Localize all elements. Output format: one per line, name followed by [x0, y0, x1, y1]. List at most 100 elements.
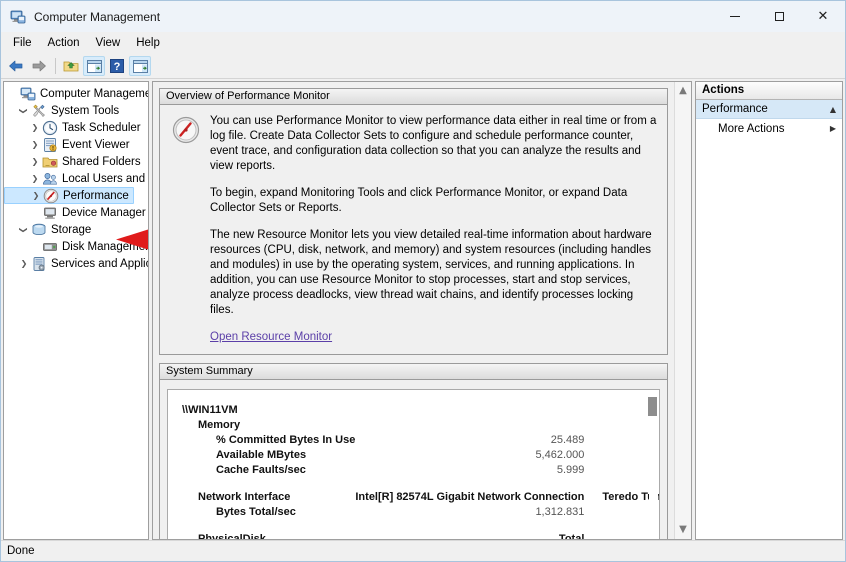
menu-file[interactable]: File: [5, 34, 40, 52]
summary-group-header-row: Memory: [168, 419, 659, 434]
summary-counter-row: Cache Faults/sec 5.999: [168, 464, 659, 479]
summary-vertical-scrollbar[interactable]: [648, 391, 658, 539]
expand-collapse-chevron-right-icon[interactable]: ❯: [28, 155, 42, 169]
overview-section: Overview of Performance Monitor You can …: [159, 88, 668, 355]
close-button[interactable]: ✕: [801, 1, 845, 32]
system-summary-table-container: \\WIN11VM Memory % Committed Bytes In Use 2…: [167, 389, 660, 539]
toolbar-separator: [55, 58, 56, 74]
details-vertical-scrollbar[interactable]: ▲ ▼: [674, 82, 691, 539]
menu-view[interactable]: View: [88, 34, 129, 52]
summary-counter-label: Available MBytes: [216, 449, 307, 461]
system-summary-section: System Summary \\WIN11VM Memory % Committe…: [159, 363, 668, 539]
summary-counter-value: 5.999: [556, 464, 585, 476]
expand-collapse-chevron-right-icon[interactable]: ❯: [17, 257, 31, 271]
summary-counter-label: Cache Faults/sec: [216, 464, 306, 476]
expand-collapse-chevron-down-icon[interactable]: ❯: [17, 104, 31, 118]
up-one-level-button[interactable]: [60, 56, 82, 76]
forward-arrow-icon: [32, 60, 46, 72]
summary-group-name: Network Interface: [198, 491, 291, 503]
summary-counter-row: Bytes Total/sec1,312.8310.: [168, 506, 659, 521]
chevron-up-icon[interactable]: ▲: [830, 105, 836, 114]
tree-item-label: Shared Folders: [62, 155, 141, 168]
services-icon: [31, 256, 47, 272]
expand-collapse-chevron-right-icon[interactable]: ❯: [29, 189, 43, 203]
details-pane: Overview of Performance Monitor You can …: [152, 81, 692, 540]
tree-item-label: Disk Management: [62, 240, 149, 253]
tree-item-label: Task Scheduler: [62, 121, 141, 134]
scroll-up-icon[interactable]: ▲: [679, 86, 687, 96]
tree-item-computer-management-local[interactable]: Computer Management (Local): [4, 85, 148, 102]
summary-computer-row: \\WIN11VM: [168, 404, 659, 419]
tree-item-shared-folders[interactable]: ❯ Shared Folders: [4, 153, 148, 170]
summary-group-name: PhysicalDisk: [198, 533, 266, 539]
tree-item-device-manager[interactable]: Device Manager: [4, 204, 148, 221]
summary-column-header: Intel[R] 82574L Gigabit Network Connecti…: [355, 491, 585, 503]
console-tree-icon: [86, 59, 102, 73]
summary-column-header: _Total: [552, 533, 585, 539]
summary-group-header-row: PhysicalDisk_Total0 C:: [168, 533, 659, 539]
computer-management-window: Computer Management ✕ File Action View H…: [0, 0, 846, 562]
overview-text: You can use Performance Monitor to view …: [210, 114, 657, 345]
scroll-down-icon[interactable]: ▼: [679, 525, 687, 535]
performance-gauge-icon: [172, 116, 200, 144]
back-button[interactable]: [5, 56, 27, 76]
summary-group-name: Memory: [198, 419, 241, 431]
action-more-actions-label: More Actions: [718, 122, 785, 135]
chevron-right-icon: ▶: [829, 124, 836, 133]
console-tree-pane: Computer Management (Local) ❯ System Tools…: [3, 81, 149, 540]
storage-icon: [31, 222, 47, 238]
expand-collapse-chevron-right-icon[interactable]: ❯: [28, 138, 42, 152]
actions-header: Actions: [696, 82, 842, 100]
overview-body: You can use Performance Monitor to view …: [160, 105, 667, 354]
actions-group-performance[interactable]: Performance ▲: [696, 100, 842, 119]
tree-item-system-tools[interactable]: ❯ System Tools: [4, 102, 148, 119]
show-hide-console-tree-button[interactable]: [83, 56, 105, 76]
tree-item-label: Local Users and Groups: [62, 172, 148, 185]
forward-button[interactable]: [28, 56, 50, 76]
tree-item-task-scheduler[interactable]: ❯ Task Scheduler: [4, 119, 148, 136]
show-hide-action-pane-button[interactable]: [129, 56, 151, 76]
main-body: Computer Management (Local) ❯ System Tools…: [1, 79, 845, 540]
expand-collapse-chevron-down-icon[interactable]: ❯: [17, 223, 31, 237]
help-button[interactable]: ?: [106, 56, 128, 76]
minimize-button[interactable]: [713, 1, 757, 32]
actions-group-label: Performance: [702, 103, 768, 115]
summary-counter-value: 25.489: [550, 434, 585, 446]
tree-item-event-viewer[interactable]: ❯ Event Viewer: [4, 136, 148, 153]
tree-item-local-users-and-groups[interactable]: ❯ Local Users and Groups: [4, 170, 148, 187]
device-manager-icon: [42, 205, 58, 221]
menu-action[interactable]: Action: [40, 34, 88, 52]
maximize-button[interactable]: [757, 1, 801, 32]
summary-cell: [355, 479, 602, 491]
status-text: Done: [7, 545, 35, 557]
disk-management-icon: [42, 239, 58, 255]
computer-icon: [20, 86, 36, 102]
details-scroll-area: Overview of Performance Monitor You can …: [153, 82, 674, 539]
summary-column-header: [355, 419, 602, 434]
action-more-actions[interactable]: More Actions ▶: [696, 119, 842, 138]
summary-cell: [168, 521, 355, 533]
summary-vertical-scrollbar-thumb[interactable]: [648, 397, 657, 416]
tree-item-label: Storage: [51, 223, 92, 236]
tree-item-services-and-applications[interactable]: ❯ Services and Applications: [4, 255, 148, 272]
menu-help[interactable]: Help: [128, 34, 168, 52]
action-pane-icon: [132, 59, 148, 73]
summary-counter-row: Available MBytes 5,462.000: [168, 449, 659, 464]
expand-collapse-chevron-right-icon[interactable]: ❯: [28, 121, 42, 135]
tree-item-storage[interactable]: ❯ Storage: [4, 221, 148, 238]
menu-bar: File Action View Help: [1, 32, 845, 54]
tree-item-label: Computer Management (Local): [40, 87, 148, 100]
summary-cell: [168, 479, 355, 491]
summary-cell: [355, 404, 602, 419]
summary-counter-label: Bytes Total/sec: [216, 506, 296, 518]
console-tree: Computer Management (Local) ❯ System Tools…: [4, 82, 148, 272]
open-resource-monitor-link[interactable]: Open Resource Monitor: [210, 331, 332, 343]
tree-item-label: System Tools: [51, 104, 120, 117]
tree-item-performance[interactable]: ❯ Performance: [4, 187, 134, 204]
tree-item-disk-management[interactable]: Disk Management: [4, 238, 148, 255]
expand-collapse-chevron-right-icon[interactable]: ❯: [28, 172, 42, 186]
shared-folders-icon: [42, 154, 58, 170]
